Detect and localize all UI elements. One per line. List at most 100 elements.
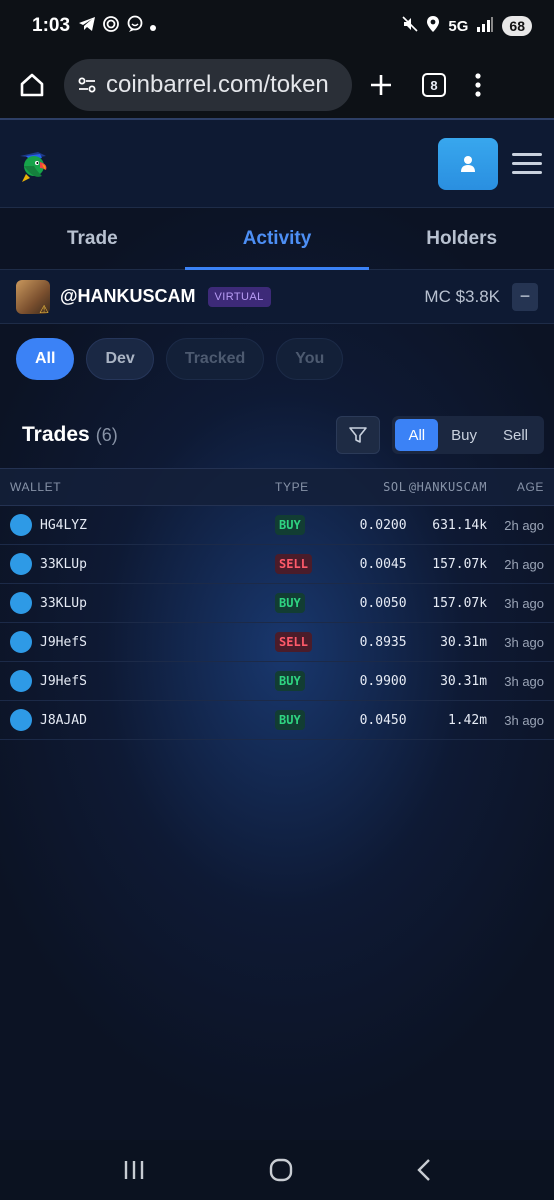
browser-actions: 8 bbox=[368, 72, 482, 98]
wallet-cell: J9HefS bbox=[10, 670, 275, 692]
type-badge: BUY bbox=[275, 515, 305, 535]
status-bar: 1:03 5G 68 bbox=[0, 0, 554, 52]
virtual-badge: VIRTUAL bbox=[207, 286, 271, 307]
type-cell: SELL bbox=[275, 554, 344, 574]
sol-amount: 0.9900 bbox=[359, 673, 407, 689]
segment-all[interactable]: All bbox=[395, 419, 439, 451]
menu-line bbox=[512, 162, 542, 165]
market-cap: MC $3.8K bbox=[424, 286, 500, 306]
trade-age: 2h ago bbox=[504, 556, 545, 572]
menu-line bbox=[512, 153, 542, 156]
collapse-button[interactable]: − bbox=[512, 282, 538, 311]
wallet-cell: HG4LYZ bbox=[10, 514, 275, 536]
trade-type-toggle: All Buy Sell bbox=[392, 416, 544, 454]
tab-trade[interactable]: Trade bbox=[0, 208, 185, 269]
column-sol: SOL bbox=[383, 480, 407, 494]
wallet-cell: J8AJAD bbox=[10, 709, 275, 731]
type-cell: SELL bbox=[275, 632, 344, 652]
token-amount: 30.31m bbox=[440, 634, 488, 650]
wallet-avatar bbox=[10, 592, 32, 614]
type-cell: BUY bbox=[275, 671, 344, 691]
back-icon[interactable] bbox=[416, 1158, 432, 1182]
parrot-logo-icon[interactable] bbox=[12, 144, 52, 184]
home-button[interactable] bbox=[0, 52, 64, 118]
telegram-icon bbox=[78, 16, 96, 37]
type-badge: SELL bbox=[275, 554, 312, 574]
tab-holders[interactable]: Holders bbox=[369, 208, 554, 269]
site-settings-icon[interactable] bbox=[76, 74, 98, 96]
app-content: Trade Activity Holders @HANKUSCAM VIRTUA… bbox=[0, 118, 554, 1140]
token-summary: @HANKUSCAM VIRTUAL MC $3.8K − bbox=[0, 270, 554, 324]
filter-tracked[interactable]: Tracked bbox=[165, 338, 265, 380]
home-icon bbox=[20, 73, 44, 97]
wallet-address[interactable]: 33KLUp bbox=[40, 557, 87, 572]
token-amount: 157.07k bbox=[432, 595, 488, 611]
wallet-address[interactable]: J9HefS bbox=[40, 674, 87, 689]
network-label: 5G bbox=[448, 17, 469, 35]
battery-indicator: 68 bbox=[502, 16, 532, 36]
more-options-icon[interactable] bbox=[474, 72, 482, 98]
wallet-avatar bbox=[10, 670, 32, 692]
segment-buy[interactable]: Buy bbox=[438, 419, 490, 451]
url-text[interactable]: coinbarrel.com/token bbox=[106, 71, 329, 99]
sol-amount: 0.0045 bbox=[359, 556, 407, 572]
token-name[interactable]: @HANKUSCAM bbox=[60, 286, 196, 307]
column-age: AGE bbox=[516, 480, 545, 494]
fingerprint-icon bbox=[102, 15, 120, 38]
sol-amount: 0.8935 bbox=[359, 634, 407, 650]
table-row[interactable]: J9HefS BUY 0.9900 30.31m 3h ago bbox=[0, 662, 554, 701]
filter-all[interactable]: All bbox=[16, 338, 75, 380]
activity-filters: All Dev Tracked You bbox=[0, 324, 554, 398]
app-header bbox=[0, 120, 554, 208]
browser-toolbar: coinbarrel.com/token 8 bbox=[0, 52, 554, 118]
token-amount: 30.31m bbox=[440, 673, 488, 689]
dot-icon bbox=[150, 16, 157, 36]
header-actions bbox=[438, 137, 542, 190]
status-right: 5G 68 bbox=[402, 15, 532, 37]
wallet-address[interactable]: J9HefS bbox=[40, 635, 87, 650]
type-badge: BUY bbox=[275, 593, 305, 613]
trades-table-body: HG4LYZ BUY 0.0200 631.14k 2h ago 33KLUp … bbox=[0, 506, 554, 740]
trade-filter-button[interactable] bbox=[336, 416, 381, 454]
tab-activity[interactable]: Activity bbox=[184, 208, 370, 270]
tab-switcher-button[interactable]: 8 bbox=[422, 73, 446, 97]
type-cell: BUY bbox=[275, 515, 344, 535]
table-row[interactable]: J8AJAD BUY 0.0450 1.42m 3h ago bbox=[0, 701, 554, 740]
trades-table-header: WALLET TYPE SOL @HANKUSCAM AGE bbox=[0, 468, 554, 506]
mute-icon bbox=[402, 16, 418, 36]
trades-count: (6) bbox=[95, 424, 118, 445]
address-bar[interactable]: coinbarrel.com/token bbox=[64, 59, 352, 111]
system-nav-bar bbox=[0, 1140, 554, 1200]
filter-you[interactable]: You bbox=[276, 338, 344, 380]
type-badge: BUY bbox=[275, 671, 305, 691]
home-nav-icon[interactable] bbox=[269, 1158, 293, 1182]
segment-sell[interactable]: Sell bbox=[490, 419, 541, 451]
user-account-button[interactable] bbox=[438, 137, 498, 190]
chat-bubble-icon bbox=[126, 15, 144, 38]
table-row[interactable]: 33KLUp SELL 0.0045 157.07k 2h ago bbox=[0, 545, 554, 584]
notification-icons bbox=[78, 15, 157, 38]
table-row[interactable]: HG4LYZ BUY 0.0200 631.14k 2h ago bbox=[0, 506, 554, 545]
hamburger-menu-button[interactable] bbox=[512, 153, 542, 174]
wallet-address[interactable]: HG4LYZ bbox=[40, 518, 87, 533]
table-row[interactable]: 33KLUp BUY 0.0050 157.07k 3h ago bbox=[0, 584, 554, 623]
type-badge: SELL bbox=[275, 632, 312, 652]
wallet-cell: 33KLUp bbox=[10, 553, 275, 575]
trade-age: 3h ago bbox=[504, 634, 545, 650]
trades-header: Trades (6) All Buy Sell bbox=[0, 402, 554, 468]
wallet-avatar bbox=[10, 631, 32, 653]
sol-amount: 0.0200 bbox=[359, 517, 407, 533]
wallet-cell: J9HefS bbox=[10, 631, 275, 653]
new-tab-icon[interactable] bbox=[368, 72, 394, 98]
wallet-address[interactable]: J8AJAD bbox=[40, 713, 87, 728]
trade-age: 3h ago bbox=[504, 595, 545, 611]
trades-controls: All Buy Sell bbox=[336, 416, 544, 454]
trade-age: 3h ago bbox=[504, 712, 545, 728]
recent-apps-icon[interactable] bbox=[122, 1159, 146, 1181]
user-icon bbox=[461, 155, 475, 172]
wallet-address[interactable]: 33KLUp bbox=[40, 596, 87, 611]
wallet-avatar bbox=[10, 514, 32, 536]
filter-dev[interactable]: Dev bbox=[86, 338, 154, 380]
sol-amount: 0.0450 bbox=[359, 712, 407, 728]
table-row[interactable]: J9HefS SELL 0.8935 30.31m 3h ago bbox=[0, 623, 554, 662]
